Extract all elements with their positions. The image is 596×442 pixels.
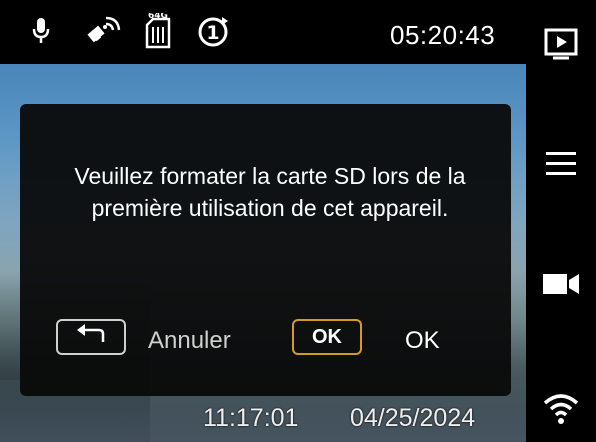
overlay-date: 04/25/2024	[350, 404, 476, 432]
menu-icon	[544, 149, 578, 183]
cancel-label[interactable]: Annuler	[148, 327, 231, 355]
playback-button[interactable]	[526, 22, 596, 70]
wifi-button[interactable]	[526, 386, 596, 434]
playback-icon	[543, 26, 579, 66]
video-record-button[interactable]	[526, 262, 596, 310]
status-bar: 64G 1 05:20:43	[0, 0, 526, 64]
overlay-time: 11:17:01	[203, 404, 299, 432]
sd-card-64g-icon: 64G	[143, 11, 173, 53]
dialog-message: Veuillez formater la carte SD lors de la…	[74, 163, 466, 221]
sd-capacity-text: 64G	[148, 13, 168, 21]
back-key-button[interactable]	[56, 319, 126, 355]
return-arrow-icon	[75, 324, 107, 350]
side-panel	[526, 0, 596, 442]
wifi-icon	[542, 391, 580, 429]
ok-label[interactable]: OK	[405, 327, 440, 355]
loop-minutes-text: 1	[206, 22, 219, 44]
menu-button[interactable]	[526, 142, 596, 190]
status-clock: 05:20:43	[390, 20, 496, 50]
format-sd-dialog: Veuillez formater la carte SD lors de la…	[20, 104, 511, 396]
gps-satellite-icon	[86, 14, 122, 54]
ok-key-button[interactable]: OK	[292, 319, 362, 355]
loop-recording-1min-icon: 1	[196, 15, 230, 53]
microphone-icon	[30, 16, 52, 50]
video-record-icon	[541, 269, 581, 303]
